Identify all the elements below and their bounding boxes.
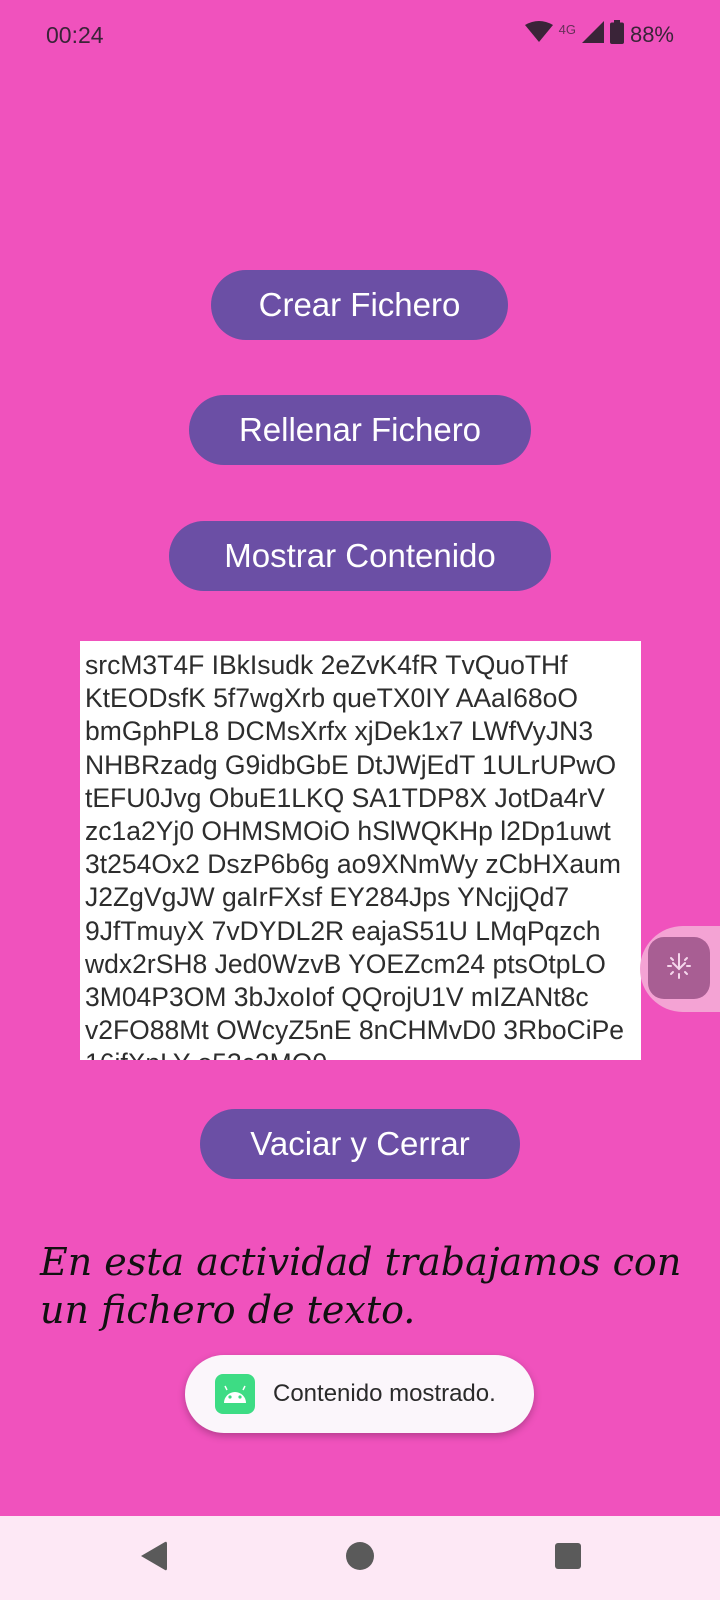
recents-button[interactable]	[546, 1536, 590, 1580]
wifi-icon	[524, 21, 553, 49]
network-type-label: 4G	[558, 21, 576, 37]
home-button[interactable]	[338, 1536, 382, 1580]
home-circle-icon	[345, 1541, 375, 1576]
sparkle-download-icon	[662, 949, 696, 988]
battery-percent: 88%	[629, 22, 674, 47]
crear-fichero-button[interactable]: Crear Fichero	[211, 270, 508, 340]
file-content-text[interactable]: srcM3T4F IBkIsudk 2eZvK4fR TvQuoTHf KtEO…	[80, 641, 641, 1060]
toast-message: Contenido mostrado.	[273, 1380, 496, 1407]
activity-description: En esta actividad trabajamos con un fich…	[40, 1240, 682, 1332]
floating-shortcut-button[interactable]	[648, 937, 710, 999]
vaciar-cerrar-button[interactable]: Vaciar y Cerrar	[200, 1109, 520, 1179]
recents-square-icon	[554, 1542, 582, 1575]
status-icons: 4G 88%	[524, 20, 674, 50]
status-bar: 00:24 4G 88%	[0, 0, 720, 72]
status-time: 00:24	[46, 22, 104, 48]
android-app-icon	[215, 1374, 255, 1414]
mostrar-contenido-button[interactable]: Mostrar Contenido	[169, 521, 551, 591]
battery-icon	[609, 20, 624, 50]
signal-icon	[581, 21, 604, 49]
toast-notification: Contenido mostrado.	[185, 1355, 534, 1433]
rellenar-fichero-button[interactable]: Rellenar Fichero	[189, 395, 531, 465]
navigation-bar	[0, 1516, 720, 1600]
back-button[interactable]	[131, 1536, 175, 1580]
back-triangle-icon	[138, 1540, 168, 1577]
